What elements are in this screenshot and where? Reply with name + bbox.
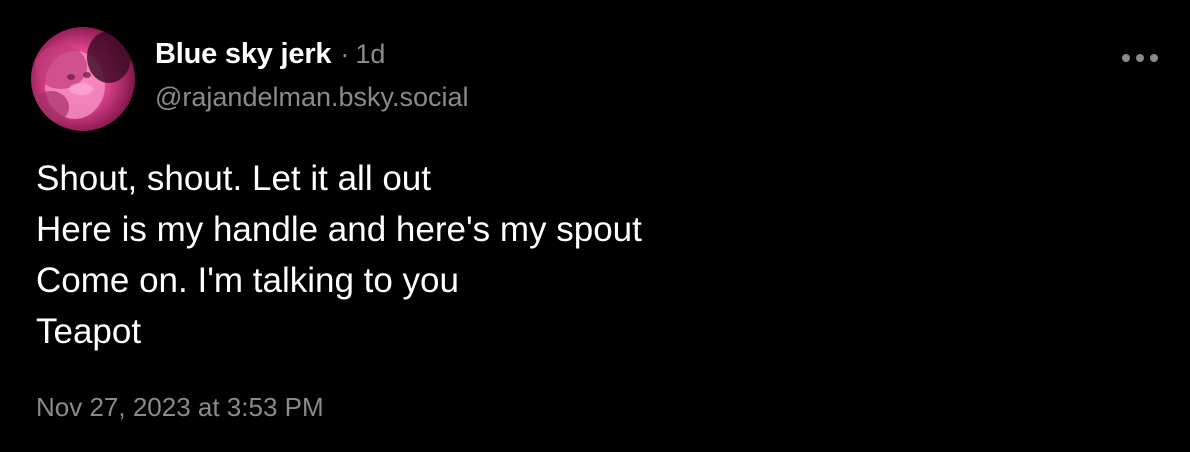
- more-options-button[interactable]: [1118, 46, 1162, 70]
- author-display-name[interactable]: Blue sky jerk: [155, 38, 332, 71]
- avatar[interactable]: [31, 27, 135, 131]
- avatar-image: [33, 31, 131, 123]
- post-age[interactable]: 1d: [355, 39, 385, 70]
- post-timestamp: Nov 27, 2023 at 3:53 PM: [36, 392, 324, 422]
- meta-separator: ·: [340, 39, 350, 69]
- post-card: Blue sky jerk · 1d @rajandelman.bsky.soc…: [0, 0, 1190, 452]
- post-header: Blue sky jerk · 1d @rajandelman.bsky.soc…: [155, 38, 469, 113]
- author-name-row: Blue sky jerk · 1d: [155, 38, 469, 78]
- post-text-line: Here is my handle and here's my spout: [36, 210, 642, 249]
- author-handle[interactable]: @rajandelman.bsky.social: [155, 82, 469, 113]
- post-text-line: Teapot: [36, 312, 142, 351]
- post-text-line: Come on. I'm talking to you: [36, 261, 459, 300]
- post-text: Shout, shout. Let it all out Here is my …: [36, 153, 1136, 357]
- post-text-line: Shout, shout. Let it all out: [36, 159, 431, 198]
- ellipsis-icon: [1122, 54, 1158, 62]
